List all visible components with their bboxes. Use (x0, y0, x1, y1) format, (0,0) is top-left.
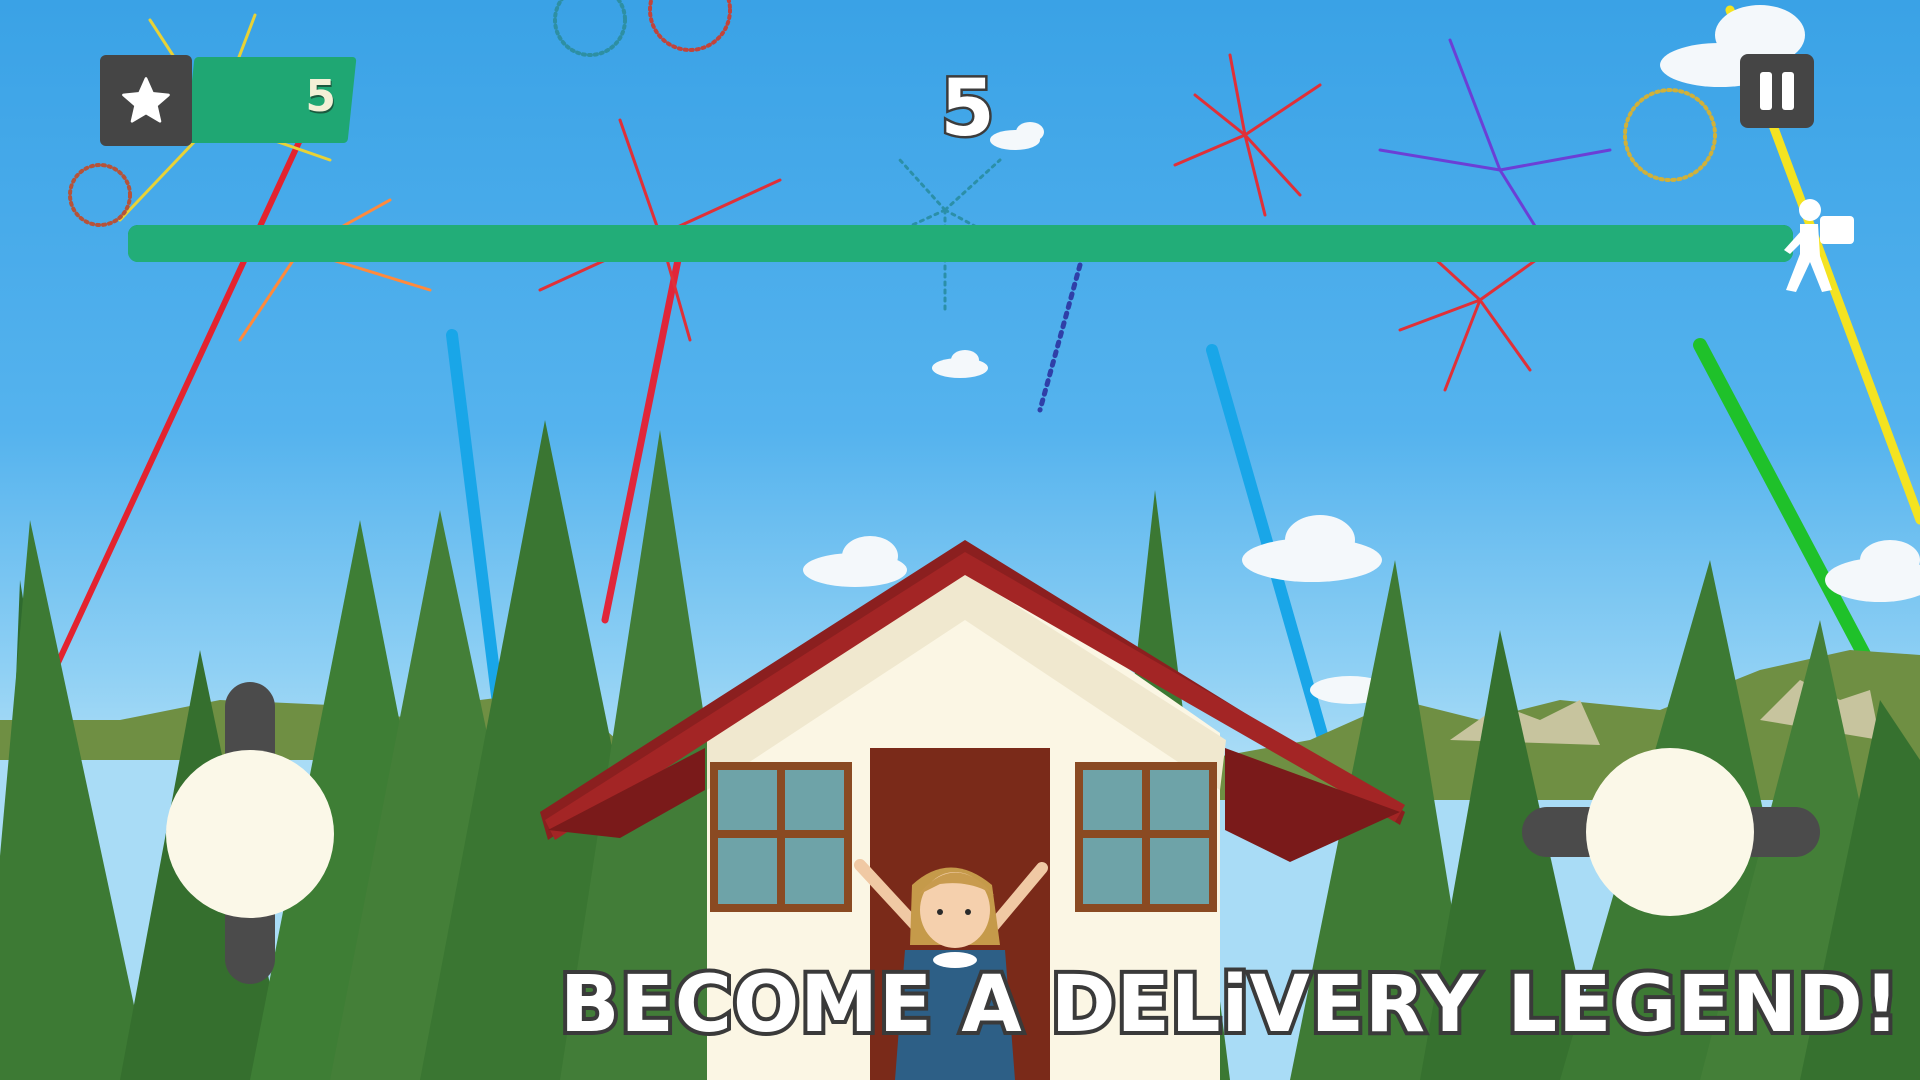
star-icon-box (100, 55, 192, 146)
pause-icon-bar-right (1782, 72, 1794, 110)
horizontal-joystick-knob[interactable] (1586, 748, 1754, 916)
game-scene (0, 0, 1920, 1080)
tagline-banner: BECOME A DELiVERY LEGEND! (556, 956, 1903, 1054)
pause-button[interactable] (1740, 54, 1814, 128)
level-progress-bar (128, 225, 1793, 262)
level-progress-fill (128, 225, 1793, 262)
pause-icon-bar-left (1760, 72, 1772, 110)
level-number: 5 (938, 62, 997, 157)
delivery-person-icon (1784, 199, 1854, 292)
coin-counter: 5 (100, 55, 357, 146)
vertical-joystick-knob[interactable] (166, 750, 334, 918)
star-icon (122, 76, 170, 123)
coin-count: 5 (305, 71, 336, 122)
